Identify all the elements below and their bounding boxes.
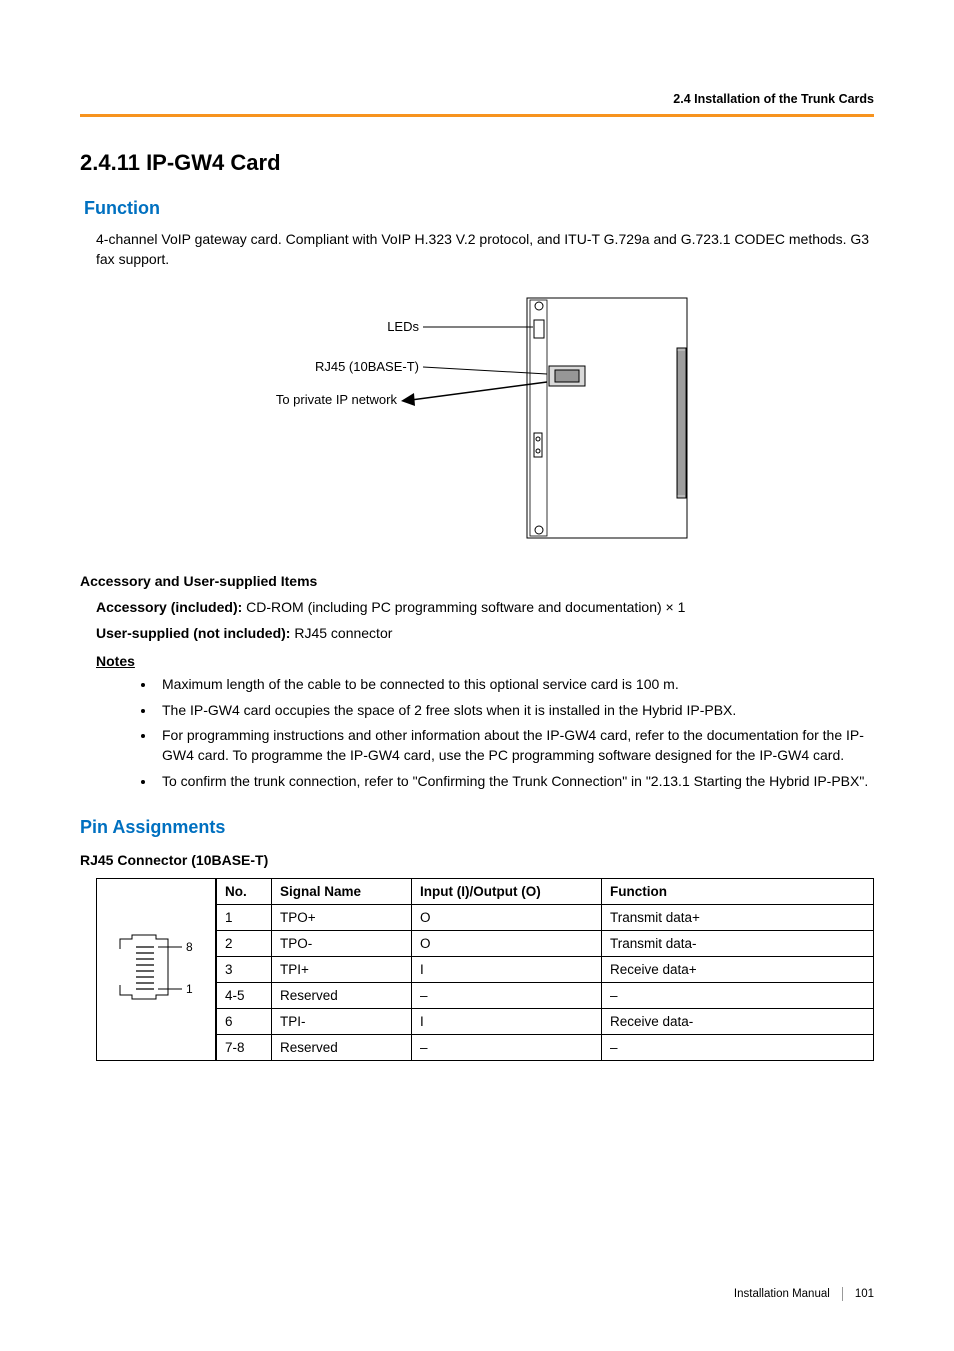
cell-no: 2 bbox=[217, 931, 272, 957]
cell-io: O bbox=[412, 931, 602, 957]
rj45-pin-8-label: 8 bbox=[186, 940, 193, 954]
cell-func: Transmit data- bbox=[602, 931, 874, 957]
cell-no: 7-8 bbox=[217, 1035, 272, 1061]
col-signal: Signal Name bbox=[272, 879, 412, 905]
diagram-label-private-ip: To private IP network bbox=[276, 392, 398, 407]
accessory-line: Accessory (included): CD-ROM (including … bbox=[96, 597, 874, 617]
accessory-label: Accessory (included): bbox=[96, 599, 242, 615]
cell-no: 4-5 bbox=[217, 983, 272, 1009]
cell-signal: TPI+ bbox=[272, 957, 412, 983]
cell-signal: TPI- bbox=[272, 1009, 412, 1035]
cell-signal: Reserved bbox=[272, 1035, 412, 1061]
connector-heading: RJ45 Connector (10BASE-T) bbox=[80, 852, 874, 868]
accessory-heading: Accessory and User-supplied Items bbox=[80, 573, 874, 589]
function-body-wrap: 4-channel VoIP gateway card. Compliant w… bbox=[96, 229, 874, 270]
table-header-row: No. Signal Name Input (I)/Output (O) Fun… bbox=[217, 879, 874, 905]
card-diagram-svg: LEDs RJ45 (10BASE-T) To private IP netwo… bbox=[247, 288, 707, 553]
pin-table: No. Signal Name Input (I)/Output (O) Fun… bbox=[216, 878, 874, 1061]
cell-func: – bbox=[602, 1035, 874, 1061]
function-body: 4-channel VoIP gateway card. Compliant w… bbox=[96, 229, 874, 270]
accessory-body: Accessory (included): CD-ROM (including … bbox=[96, 597, 874, 644]
page-footer: Installation Manual 101 bbox=[734, 1287, 874, 1301]
function-heading: Function bbox=[84, 198, 874, 219]
cell-signal: TPO- bbox=[272, 931, 412, 957]
user-supplied-label: User-supplied (not included): bbox=[96, 625, 290, 641]
rj45-pin-1-label: 1 bbox=[186, 982, 193, 996]
notes-list: Maximum length of the cable to be connec… bbox=[136, 675, 874, 791]
user-supplied-line: User-supplied (not included): RJ45 conne… bbox=[96, 623, 874, 643]
col-io: Input (I)/Output (O) bbox=[412, 879, 602, 905]
accessory-text: CD-ROM (including PC programming softwar… bbox=[242, 599, 685, 615]
notes-heading: Notes bbox=[96, 653, 874, 669]
rj45-svg: 8 1 bbox=[110, 925, 202, 1015]
list-item: To confirm the trunk connection, refer t… bbox=[156, 772, 874, 792]
section-title: 2.4.11 IP-GW4 Card bbox=[80, 150, 874, 176]
table-row: 2 TPO- O Transmit data- bbox=[217, 931, 874, 957]
cell-io: – bbox=[412, 1035, 602, 1061]
page-content: 2.4.11 IP-GW4 Card Function 4-channel Vo… bbox=[80, 150, 874, 1061]
cell-signal: Reserved bbox=[272, 983, 412, 1009]
cell-io: O bbox=[412, 905, 602, 931]
cell-io: I bbox=[412, 1009, 602, 1035]
col-func: Function bbox=[602, 879, 874, 905]
col-no: No. bbox=[217, 879, 272, 905]
cell-no: 6 bbox=[217, 1009, 272, 1035]
card-diagram: LEDs RJ45 (10BASE-T) To private IP netwo… bbox=[80, 288, 874, 553]
cell-io: I bbox=[412, 957, 602, 983]
cell-no: 1 bbox=[217, 905, 272, 931]
pin-table-wrap: 8 1 No. Signal Name Input (I)/Output (O)… bbox=[96, 878, 874, 1061]
footer-divider bbox=[842, 1287, 843, 1301]
table-row: 7-8 Reserved – – bbox=[217, 1035, 874, 1061]
header-rule bbox=[80, 114, 874, 117]
table-row: 6 TPI- I Receive data- bbox=[217, 1009, 874, 1035]
cell-io: – bbox=[412, 983, 602, 1009]
diagram-label-rj45: RJ45 (10BASE-T) bbox=[315, 359, 419, 374]
pin-heading: Pin Assignments bbox=[80, 817, 874, 838]
footer-page: 101 bbox=[855, 1288, 874, 1300]
user-supplied-text: RJ45 connector bbox=[290, 625, 392, 641]
table-row: 4-5 Reserved – – bbox=[217, 983, 874, 1009]
pin-assignments-section: Pin Assignments RJ45 Connector (10BASE-T… bbox=[80, 817, 874, 1061]
cell-signal: TPO+ bbox=[272, 905, 412, 931]
cell-func: Receive data- bbox=[602, 1009, 874, 1035]
list-item: The IP-GW4 card occupies the space of 2 … bbox=[156, 701, 874, 721]
cell-func: – bbox=[602, 983, 874, 1009]
table-row: 3 TPI+ I Receive data+ bbox=[217, 957, 874, 983]
cell-func: Receive data+ bbox=[602, 957, 874, 983]
cell-func: Transmit data+ bbox=[602, 905, 874, 931]
list-item: Maximum length of the cable to be connec… bbox=[156, 675, 874, 695]
table-row: 1 TPO+ O Transmit data+ bbox=[217, 905, 874, 931]
rj45-connector-diagram: 8 1 bbox=[96, 878, 216, 1061]
header-breadcrumb: 2.4 Installation of the Trunk Cards bbox=[673, 92, 874, 106]
list-item: For programming instructions and other i… bbox=[156, 726, 874, 765]
diagram-label-leds: LEDs bbox=[387, 319, 419, 334]
footer-manual: Installation Manual bbox=[734, 1288, 830, 1300]
cell-no: 3 bbox=[217, 957, 272, 983]
